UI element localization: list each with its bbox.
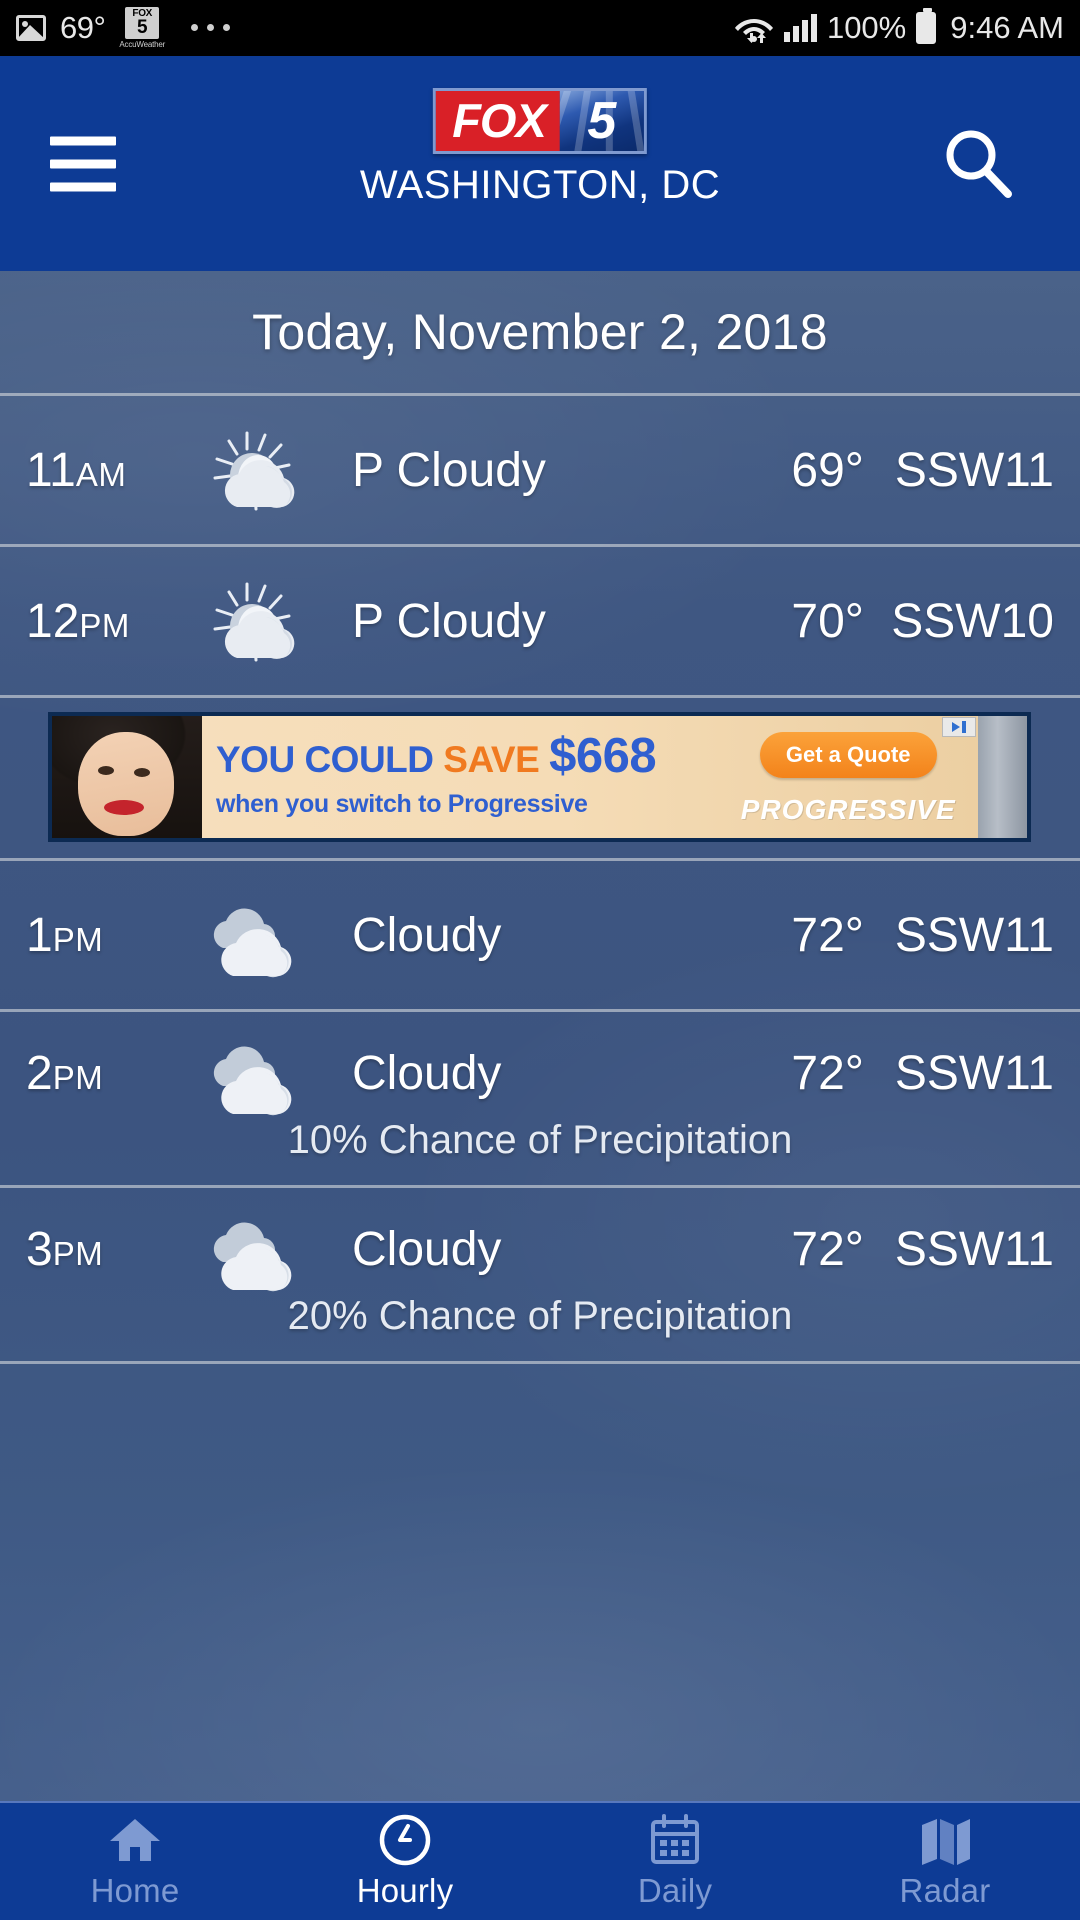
row-temperature: 72° [791,908,864,962]
row-temperature: 69° [791,443,864,497]
ad-person-image [52,716,202,838]
calendar-icon [649,1813,701,1866]
logo-five-text: 5 [587,92,617,150]
row-wind: SSW11 [894,1222,1054,1276]
row-time: 3PM [26,1222,104,1276]
nav-item-hourly[interactable]: Hourly [270,1814,540,1910]
divider [0,1361,1080,1364]
table-row[interactable]: 3PM Cloudy 72° SSW11 [0,1188,1080,1310]
weather-app-screen: 69° FOX 5 AccuWeather 100% 9:46 AM FOX 5… [0,0,1080,1920]
status-bar-right: 100% 9:46 AM [734,8,1064,46]
cloudy-icon [191,1202,336,1297]
status-temperature: 69° [60,9,106,45]
progressive-logo: PROGRESSIVE [740,794,956,825]
row-temperature: 70° [791,594,864,648]
ad-subheadline: when you switch to Progressive [216,790,588,818]
row-condition: P Cloudy [352,594,546,648]
status-bar-left: 69° FOX 5 AccuWeather [16,7,231,49]
fox5-logo-mark: FOX 5 [433,88,647,154]
battery-full-icon [916,8,937,44]
map-icon [918,1814,972,1866]
date-header: Today, November 2, 2018 [252,304,828,360]
badge-five-text: 5 [136,17,148,39]
row-temperature: 72° [791,1222,864,1276]
image-icon [16,14,46,41]
row-wind: SSW11 [894,908,1054,962]
advertisement-banner[interactable]: YOU COULD SAVE $668 when you switch to P… [0,698,1080,858]
ad-side-strip [978,716,1027,838]
nav-item-radar[interactable]: Radar [810,1814,1080,1910]
nav-label-hourly: Hourly [356,1871,454,1909]
row-wind: SSW11 [894,443,1054,497]
ad-frame[interactable]: YOU COULD SAVE $668 when you switch to P… [48,712,1031,842]
row-condition: Cloudy [352,908,502,962]
row-time: 1PM [26,908,104,962]
adchoices-icon[interactable] [942,717,977,737]
ad-actions[interactable]: Get a Quote PROGRESSIVE [728,716,978,838]
clock-time: 9:46 AM [950,10,1064,45]
app-header: FOX 5 WASHINGTON, DC [0,56,1080,271]
table-row[interactable]: 12PM P Cloudy 70° SSW10 [0,547,1080,695]
nav-label-home: Home [90,1871,180,1909]
row-time: 11AM [26,443,127,497]
city-label: WASHINGTON, DC [359,163,721,207]
partly-cloudy-icon [191,423,336,518]
hourly-row-block[interactable]: 3PM Cloudy 72° SSW11 20% Chance of Preci… [0,1188,1080,1361]
hourly-row-block[interactable]: 12PM P Cloudy 70° SSW10 [0,547,1080,695]
logo-five-box: 5 [559,91,644,151]
row-condition: Cloudy [352,1222,502,1276]
battery-percent: 100% [826,10,907,45]
row-condition: Cloudy [352,1046,502,1100]
nav-item-home[interactable]: Home [0,1814,270,1910]
ad-headline: YOU COULD SAVE $668 [216,729,657,783]
table-row[interactable]: 11AM P Cloudy 69° SSW11 [0,396,1080,544]
get-a-quote-button[interactable]: Get a Quote [759,732,937,778]
cloudy-icon [191,1026,336,1121]
hourly-row-block[interactable]: 2PM Cloudy 72° SSW11 10% Chance of Preci… [0,1012,1080,1185]
search-icon[interactable] [938,124,1018,204]
hourly-row-block[interactable]: 11AM P Cloudy 69° SSW11 [0,396,1080,544]
ad-creative[interactable]: YOU COULD SAVE $668 when you switch to P… [52,716,979,838]
hourly-row-block[interactable]: 1PM Cloudy 72° SSW11 [0,861,1080,1009]
wifi-icon [734,13,774,43]
nav-item-daily[interactable]: Daily [540,1813,810,1910]
fox5-accuweather-badge-icon: FOX 5 AccuWeather [119,7,166,49]
row-condition: P Cloudy [352,443,546,497]
nav-label-radar: Radar [899,1871,991,1909]
fox5-logo[interactable]: FOX 5 WASHINGTON, DC [360,88,720,208]
table-row[interactable]: 1PM Cloudy 72° SSW11 [0,861,1080,1009]
row-temperature: 72° [791,1046,864,1100]
home-icon [107,1814,163,1866]
row-wind: SSW10 [891,594,1054,648]
row-time: 2PM [26,1046,104,1100]
ad-copy: YOU COULD SAVE $668 when you switch to P… [202,716,728,838]
clock-icon [378,1814,432,1866]
bottom-navigation-bar: Home Hourly Daily Radar [0,1801,1080,1920]
partly-cloudy-icon [191,574,336,669]
cloudy-icon [191,888,336,983]
nav-label-daily: Daily [637,1871,713,1909]
table-row[interactable]: 2PM Cloudy 72° SSW11 [0,1012,1080,1134]
more-notifications-icon [191,24,231,32]
status-bar: 69° FOX 5 AccuWeather 100% 9:46 AM [0,0,1080,56]
logo-fox-text: FOX [436,91,560,151]
row-wind: SSW11 [894,1046,1054,1100]
row-time: 12PM [26,594,130,648]
badge-caption: AccuWeather [119,39,166,49]
cell-signal-icon [783,14,817,42]
hourly-forecast-list[interactable]: Today, November 2, 2018 11AM P Cloudy 69… [0,271,1080,1801]
hamburger-menu-icon[interactable] [50,136,116,191]
